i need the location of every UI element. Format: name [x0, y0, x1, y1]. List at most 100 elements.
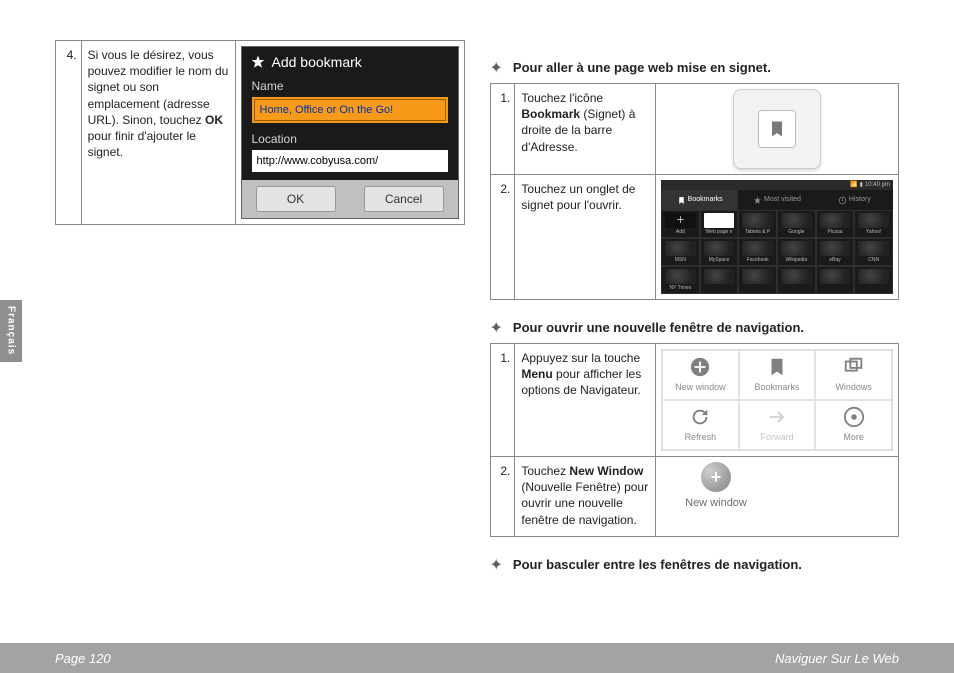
bullet-icon: ✦ — [490, 318, 503, 337]
text-bold: OK — [205, 113, 223, 127]
bookmark-icon — [767, 119, 787, 139]
cell-label: CNN — [868, 257, 879, 264]
location-input[interactable]: http://www.cobyusa.com/ — [252, 150, 448, 172]
new-window-label: New window — [685, 496, 747, 511]
grid-item[interactable]: Google — [777, 210, 816, 238]
cell-label: NY Times — [670, 285, 692, 292]
grid-item[interactable] — [777, 266, 816, 294]
tab-label: Most visited — [764, 195, 801, 204]
new-window-button[interactable]: + New window — [671, 462, 761, 511]
cell-label: Yahoo! — [866, 229, 881, 236]
menu-refresh[interactable]: Refresh — [662, 400, 739, 450]
grid-item[interactable]: Picasa — [816, 210, 855, 238]
right-column: ✦ Pour aller à une page web mise en sign… — [490, 40, 900, 580]
name-label: Name — [242, 78, 458, 94]
manual-page: 4. Si vous le désirez, vous pouvez modif… — [0, 0, 954, 673]
heading-text: Pour ouvrir une nouvelle fenêtre de navi… — [513, 320, 804, 335]
step-visual: + New window — [656, 457, 899, 537]
heading-text: Pour aller à une page web mise en signet… — [513, 60, 771, 75]
menu-bookmarks[interactable]: Bookmarks — [739, 350, 816, 400]
ok-button[interactable]: OK — [256, 186, 336, 212]
text: pour finir d'ajouter le signet. — [88, 129, 196, 159]
plus-circle-icon — [689, 356, 711, 378]
instruction-table-newwindow: 1. Appuyez sur la touche Menu pour affic… — [490, 343, 900, 537]
grid-add[interactable]: ＋Add — [661, 210, 700, 238]
instruction-table-left: 4. Si vous le désirez, vous pouvez modif… — [55, 40, 465, 225]
tab-history[interactable]: History — [816, 190, 893, 210]
menu-windows[interactable]: Windows — [815, 350, 892, 400]
grid-item[interactable]: Tablets & P — [738, 210, 777, 238]
tab-label: History — [849, 195, 871, 204]
status-time: 10:40 pm — [865, 181, 890, 189]
step-visual: 📶 ▮ 10:40 pm Bookmarks — [656, 175, 899, 300]
grid-item[interactable]: eBay — [816, 238, 855, 266]
bullet-icon: ✦ — [490, 555, 503, 574]
battery-icon: ▮ — [860, 181, 863, 189]
bookmark-grid: ＋Add Web page n Tablets & P Google Picas… — [661, 210, 893, 294]
more-circle-icon — [843, 406, 865, 428]
heading-text: Pour basculer entre les fenêtres de navi… — [513, 557, 802, 572]
bookmark-icon — [766, 356, 788, 378]
grid-item[interactable]: CNN — [854, 238, 893, 266]
section-heading: ✦ Pour basculer entre les fenêtres de na… — [490, 555, 900, 574]
tab-bookmarks[interactable]: Bookmarks — [661, 190, 738, 210]
step-visual: New window Bookmarks Windows — [656, 344, 899, 457]
bookmark-icon-card[interactable] — [733, 89, 821, 169]
step-number: 1. — [490, 344, 515, 457]
bookmark-icon — [677, 196, 686, 205]
grid-item[interactable]: MySpace — [700, 238, 739, 266]
browser-menu: New window Bookmarks Windows — [661, 349, 893, 451]
add-bookmark-dialog: Add bookmark Name Home, Office or On the… — [241, 46, 459, 219]
grid-item[interactable]: Web page n — [700, 210, 739, 238]
step-number: 2. — [490, 457, 515, 537]
text: (Nouvelle Fenêtre) pour ouvrir une nouve… — [521, 480, 648, 526]
plus-circle-icon: + — [701, 462, 731, 492]
menu-new-window[interactable]: New window — [662, 350, 739, 400]
grid-item[interactable]: Wikipedia — [777, 238, 816, 266]
cell-label: Google — [788, 229, 804, 236]
step-text: Touchez l'icône Bookmark (Signet) à droi… — [515, 84, 656, 175]
clock-icon — [838, 196, 847, 205]
location-label: Location — [242, 131, 458, 147]
page-footer: Page 120 Naviguer Sur Le Web — [0, 643, 954, 673]
menu-label: New window — [675, 381, 726, 393]
cancel-button[interactable]: Cancel — [364, 186, 444, 212]
step-visual — [656, 84, 899, 175]
instruction-table-bookmark: 1. Touchez l'icône Bookmark (Signet) à d… — [490, 83, 900, 300]
location-field[interactable]: http://www.cobyusa.com/ — [252, 150, 448, 172]
grid-item[interactable] — [738, 266, 777, 294]
grid-item[interactable] — [700, 266, 739, 294]
step-number: 1. — [490, 84, 515, 175]
refresh-icon — [689, 406, 711, 428]
step-text: Si vous le désirez, vous pouvez modifier… — [81, 41, 235, 225]
footer-title: Naviguer Sur Le Web — [775, 651, 899, 666]
text: Touchez l'icône — [521, 91, 603, 105]
grid-item[interactable]: Yahoo! — [854, 210, 893, 238]
menu-more[interactable]: More — [815, 400, 892, 450]
text-bold: Bookmark — [521, 107, 580, 121]
star-icon — [250, 54, 266, 70]
cell-label: Web page n — [706, 229, 733, 236]
status-bar: 📶 ▮ 10:40 pm — [661, 180, 893, 190]
grid-item[interactable] — [816, 266, 855, 294]
step-number: 4. — [56, 41, 82, 225]
cell-label: MySpace — [709, 257, 730, 264]
footer-page: Page 120 — [55, 651, 111, 666]
menu-label: Forward — [760, 431, 793, 443]
cell-label: Add — [676, 229, 685, 236]
cell-label: Wikipedia — [785, 257, 807, 264]
name-input[interactable]: Home, Office or On the Go! — [254, 99, 446, 121]
menu-forward: Forward — [739, 400, 816, 450]
bookmarks-browser[interactable]: 📶 ▮ 10:40 pm Bookmarks — [661, 180, 893, 294]
grid-item[interactable]: Facebook — [738, 238, 777, 266]
step-number: 2. — [490, 175, 515, 300]
tab-most-visited[interactable]: Most visited — [738, 190, 815, 210]
grid-item[interactable]: NY Times — [661, 266, 700, 294]
grid-item[interactable]: MSN — [661, 238, 700, 266]
forward-icon — [766, 406, 788, 428]
step-visual: Add bookmark Name Home, Office or On the… — [235, 41, 464, 225]
grid-item[interactable] — [854, 266, 893, 294]
text: Touchez — [521, 464, 569, 478]
name-field[interactable]: Home, Office or On the Go! — [252, 97, 448, 123]
bullet-icon: ✦ — [490, 58, 503, 77]
